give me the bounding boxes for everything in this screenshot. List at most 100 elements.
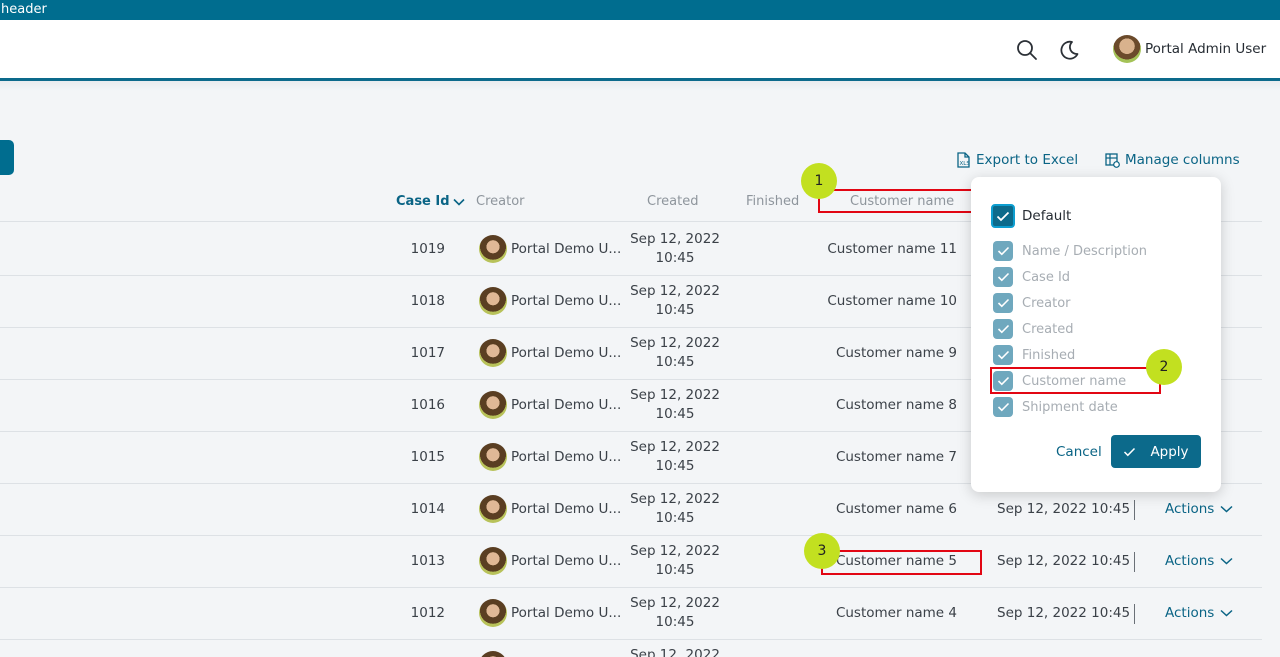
avatar: [479, 339, 507, 367]
actions-dropdown[interactable]: Actions: [1165, 605, 1233, 621]
case-id-cell: 1017: [410, 345, 445, 361]
cell-separator: [1134, 552, 1135, 572]
created-time: 10:45: [655, 614, 695, 630]
creator-name: Portal Demo U...: [511, 345, 622, 361]
created-date: Sep 12, 2022: [630, 335, 720, 351]
case-id-cell: 1018: [410, 293, 445, 309]
creator-cell: Portal Demo U...: [479, 391, 621, 419]
chevron-down-icon: [1220, 505, 1233, 513]
created-date: Sep 12, 2022: [630, 439, 720, 455]
checkmark-icon: [997, 272, 1009, 282]
column-header-case-id[interactable]: Case Id: [396, 194, 465, 209]
customer-name-cell: Customer name 10: [827, 293, 957, 309]
option-label: Creator: [1022, 295, 1071, 311]
shipment-date-cell: Sep 12, 2022 10:45: [997, 501, 1131, 517]
created-cell: Sep 12, 2022 10:45: [620, 282, 730, 320]
option-label: Name / Description: [1022, 243, 1148, 259]
highlight-box-customer-name-option: [990, 367, 1161, 394]
creator-cell: Portal Demo U...: [479, 287, 621, 315]
customer-name-cell: Customer name 9: [835, 345, 957, 361]
case-id-cell: 1019: [410, 241, 445, 257]
creator-cell: Portal Demo U...: [479, 235, 621, 263]
creator-cell: Portal Demo U...: [479, 443, 621, 471]
checkbox[interactable]: [993, 319, 1013, 339]
cell-separator: [1134, 604, 1135, 624]
header-shadow: [0, 81, 1280, 91]
step-badge-1: 1: [801, 163, 837, 199]
column-header-created[interactable]: Created: [647, 194, 698, 209]
option-default[interactable]: Default: [991, 204, 1072, 228]
shipment-date-cell: Sep 12, 2022 10:45: [997, 553, 1131, 569]
table-row[interactable]: Sep 12, 2022: [0, 640, 1262, 657]
actions-dropdown[interactable]: Actions: [1165, 501, 1233, 517]
option-name-description[interactable]: Name / Description: [993, 241, 1147, 261]
column-header-creator[interactable]: Creator: [476, 194, 525, 209]
highlight-box-column-header: [818, 189, 978, 213]
checkbox[interactable]: [993, 267, 1013, 287]
avatar: [479, 287, 507, 315]
created-time: 10:45: [655, 250, 695, 266]
case-id-cell: 1012: [410, 605, 445, 621]
step-badge-2: 2: [1146, 349, 1182, 385]
table-settings-icon: [1105, 152, 1120, 168]
apply-button[interactable]: Apply: [1111, 435, 1201, 468]
creator-cell: Portal Demo U...: [479, 339, 621, 367]
checkbox[interactable]: [993, 397, 1013, 417]
option-shipment-date[interactable]: Shipment date: [993, 397, 1118, 417]
case-id-cell: 1014: [410, 501, 445, 517]
shipment-date-cell: Sep 12, 2022 10:45: [997, 605, 1131, 621]
export-to-excel-link[interactable]: XLS Export to Excel: [956, 152, 1078, 168]
actions-dropdown[interactable]: Actions: [1165, 553, 1233, 569]
avatar: [479, 235, 507, 263]
avatar: [479, 443, 507, 471]
creator-name: Portal Demo U...: [511, 501, 622, 517]
highlight-box-customer-cell: [821, 550, 982, 575]
cancel-button[interactable]: Cancel: [1056, 444, 1102, 460]
creator-name: Portal Demo U...: [511, 397, 622, 413]
table-row[interactable]: 1013 Portal Demo U... Sep 12, 2022 10:45 …: [0, 536, 1262, 588]
created-date: Sep 12, 2022: [630, 647, 720, 657]
column-header-finished[interactable]: Finished: [746, 194, 799, 209]
top-header-strip: header: [0, 0, 1280, 20]
chevron-down-icon: [1220, 609, 1233, 617]
option-creator[interactable]: Creator: [993, 293, 1071, 313]
checkbox[interactable]: [993, 345, 1013, 365]
search-icon[interactable]: [1016, 39, 1038, 61]
manage-columns-link[interactable]: Manage columns: [1105, 152, 1240, 168]
created-time: 10:45: [655, 406, 695, 422]
checkmark-icon: [997, 402, 1009, 412]
chevron-down-icon: [452, 198, 465, 206]
user-name: Portal Admin User: [1145, 41, 1267, 57]
checkbox-default[interactable]: [991, 204, 1015, 228]
created-cell: Sep 12, 2022 10:45: [620, 230, 730, 268]
created-time: 10:45: [655, 354, 695, 370]
created-cell: Sep 12, 2022 10:45: [620, 542, 730, 580]
creator-name: Portal Demo U...: [511, 553, 622, 569]
default-label: Default: [1022, 208, 1072, 224]
created-time: 10:45: [655, 458, 695, 474]
created-time: 10:45: [655, 510, 695, 526]
avatar: [479, 547, 507, 575]
created-time: 10:45: [655, 302, 695, 318]
checkbox[interactable]: [993, 241, 1013, 261]
creator-name: Portal Demo U...: [511, 293, 622, 309]
customer-name-cell: Customer name 4: [835, 605, 957, 621]
checkbox[interactable]: [993, 293, 1013, 313]
option-finished[interactable]: Finished: [993, 345, 1075, 365]
moon-icon[interactable]: [1058, 39, 1080, 61]
customer-name-cell: Customer name 11: [827, 241, 957, 257]
avatar: [479, 391, 507, 419]
checkmark-icon: [997, 324, 1009, 334]
option-case-id[interactable]: Case Id: [993, 267, 1070, 287]
checkmark-icon: [997, 350, 1009, 360]
customer-name-cell: Customer name 7: [835, 449, 957, 465]
created-cell: Sep 12, 2022 10:45: [620, 386, 730, 424]
table-row[interactable]: 1012 Portal Demo U... Sep 12, 2022 10:45 …: [0, 588, 1262, 640]
created-date: Sep 12, 2022: [630, 231, 720, 247]
created-date: Sep 12, 2022: [630, 491, 720, 507]
created-date: Sep 12, 2022: [630, 283, 720, 299]
created-cell: Sep 12, 2022 10:45: [620, 334, 730, 372]
sidebar-toggle-button[interactable]: [0, 140, 14, 175]
option-created[interactable]: Created: [993, 319, 1073, 339]
user-menu[interactable]: Portal Admin User: [1113, 35, 1266, 63]
